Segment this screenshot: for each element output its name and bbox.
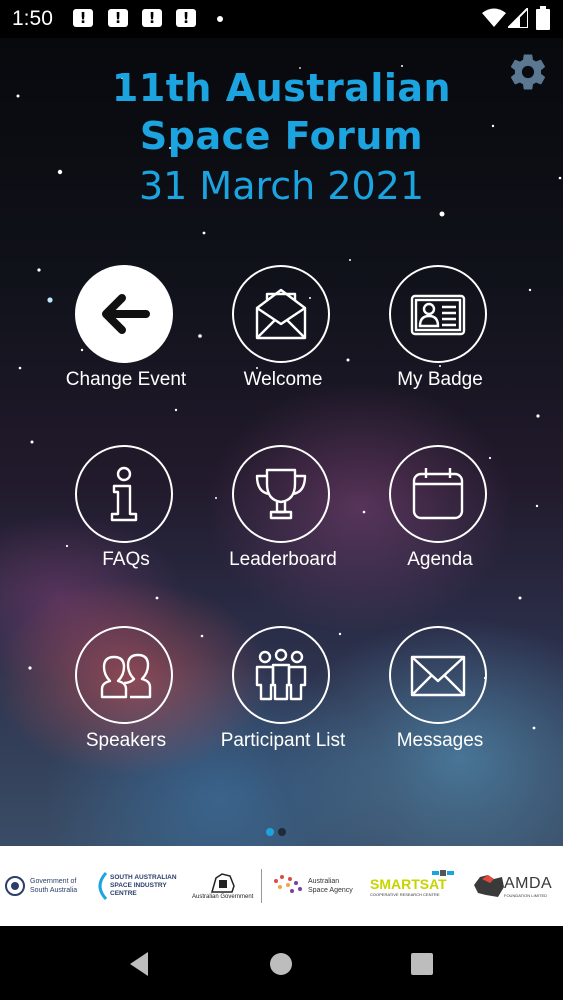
sponsor-text: SOUTH AUSTRALIAN: [110, 874, 177, 881]
my-badge-button[interactable]: My Badge: [360, 265, 520, 425]
participant-list-button[interactable]: Participant List: [203, 626, 363, 786]
sponsor-text: SPACE INDUSTRY: [110, 882, 167, 889]
people-icon: [100, 653, 152, 699]
change-event-ring: [75, 265, 173, 363]
faqs-button[interactable]: FAQs: [46, 445, 206, 605]
smartsat-logo: SMARTSAT COOPERATIVE RESEARCH CENTRE: [370, 846, 447, 926]
more-notifications-dot-icon: [217, 16, 223, 22]
sponsor-text: COOPERATIVE RESEARCH CENTRE: [370, 891, 440, 897]
open-envelope-icon: [255, 288, 307, 340]
event-title-line2: Space Forum: [139, 114, 424, 158]
recent-apps-square-icon[interactable]: [406, 948, 438, 980]
status-time: 1:50: [12, 7, 53, 30]
leaderboard-button[interactable]: Leaderboard: [203, 445, 363, 605]
satellite-icon: [432, 870, 454, 876]
wifi-icon: [482, 8, 506, 27]
tile-label: Leaderboard: [229, 549, 337, 570]
arrow-left-icon: [102, 294, 150, 334]
notification-alert-icon: !: [73, 9, 93, 27]
tile-label: Change Event: [65, 369, 187, 390]
page-indicator: [266, 823, 290, 841]
speakers-button[interactable]: Speakers: [46, 626, 206, 786]
sa-space-industry-centre-logo: SOUTH AUSTRALIAN SPACE INDUSTRY CENTRE: [92, 846, 177, 926]
sponsor-text: Australian: [308, 878, 340, 885]
home-screen: 11th Australian Space Forum 31 March 202…: [0, 38, 563, 846]
sponsor-text: Space Agency: [308, 887, 353, 894]
australian-space-agency-logo: Australian Space Agency: [272, 846, 353, 926]
trophy-icon: [255, 468, 307, 520]
sponsor-text: FOUNDATION LIMITED: [504, 892, 548, 898]
sponsor-text: CENTRE: [110, 890, 137, 897]
tile-label: Agenda: [407, 549, 473, 570]
sa-crest-icon: [5, 876, 25, 896]
sponsor-text: South Australia: [30, 887, 78, 894]
tile-label: Messages: [396, 730, 484, 751]
messages-button[interactable]: Messages: [360, 626, 520, 786]
signal-icon: [508, 8, 528, 28]
space-centre-arc-icon: [98, 871, 108, 901]
sponsor-text: AMDA: [504, 874, 553, 892]
agenda-ring: [389, 445, 487, 543]
change-event-button[interactable]: Change Event: [46, 265, 206, 425]
tile-label: Welcome: [243, 369, 323, 390]
participant-list-ring: [232, 626, 330, 724]
calendar-icon: [412, 468, 464, 520]
agenda-button[interactable]: Agenda: [360, 445, 520, 605]
speakers-ring: [75, 626, 173, 724]
messages-ring: [389, 626, 487, 724]
my-badge-ring: [389, 265, 487, 363]
amda-foundation-logo: AMDA FOUNDATION LIMITED: [472, 846, 552, 926]
notification-alert-icon: !: [142, 9, 162, 27]
divider: [261, 846, 262, 926]
tile-label: FAQs: [102, 549, 150, 570]
welcome-button[interactable]: Welcome: [203, 265, 363, 425]
tile-label: My Badge: [397, 369, 483, 390]
envelope-icon: [410, 655, 466, 697]
tile-label: Participant List: [220, 730, 346, 751]
info-icon: [110, 466, 138, 522]
event-title-line1: 11th Australian: [111, 66, 452, 110]
notification-alert-icon: !: [108, 9, 128, 27]
space-agency-dots-icon: [274, 875, 302, 893]
faqs-ring: [75, 445, 173, 543]
id-badge-icon: [410, 294, 466, 336]
back-triangle-icon[interactable]: [124, 948, 156, 980]
leaderboard-ring: [232, 445, 330, 543]
page-dot-active[interactable]: [266, 828, 274, 836]
system-navigation-bar: [0, 926, 563, 1000]
home-circle-icon[interactable]: [265, 948, 297, 980]
australian-government-logo: Australian Government: [192, 846, 253, 926]
coat-of-arms-icon: [210, 873, 235, 893]
sponsor-text: Government of: [30, 878, 77, 885]
battery-icon: [536, 6, 550, 30]
tile-label: Speakers: [85, 730, 167, 751]
group-icon: [255, 648, 307, 701]
notification-alert-icon: !: [176, 9, 196, 27]
sponsor-text: Australian Government: [192, 894, 254, 900]
status-bar: 1:50 ! ! ! !: [0, 0, 563, 38]
government-of-south-australia-logo: Government of South Australia: [4, 846, 77, 926]
australia-map-icon: [474, 875, 504, 897]
welcome-ring: [232, 265, 330, 363]
sponsor-logo-bar: Government of South Australia SOUTH AUST…: [0, 846, 563, 926]
page-dot[interactable]: [278, 828, 286, 836]
event-date: 31 March 2021: [138, 164, 425, 208]
